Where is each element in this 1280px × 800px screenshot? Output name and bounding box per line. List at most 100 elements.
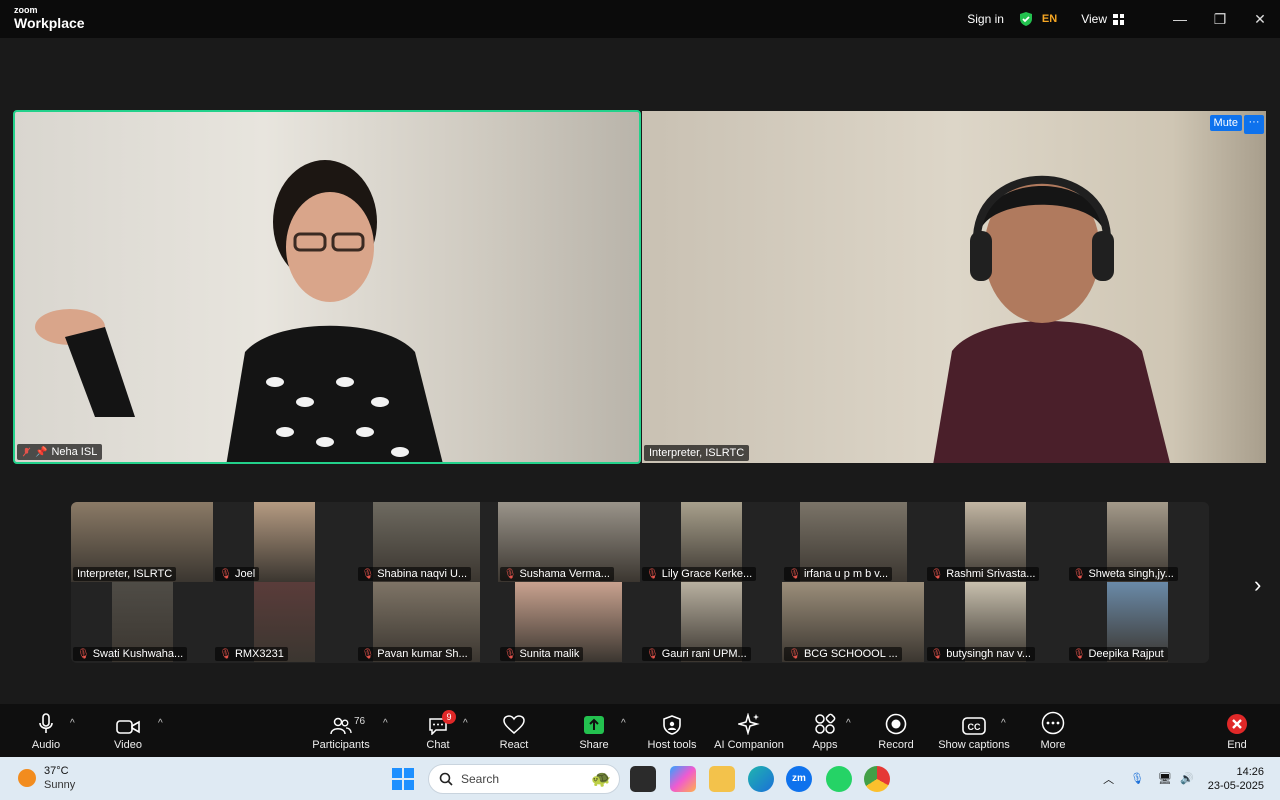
gallery-participant-name: Deepika Rajput [1088, 648, 1164, 660]
chrome-icon[interactable] [864, 766, 890, 792]
audio-options-caret[interactable]: ^ [70, 718, 75, 729]
closed-captions-icon: CC [962, 717, 986, 735]
gallery-tile[interactable]: 🎙 Pavan kumar Sh... [355, 582, 498, 662]
end-label: End [1227, 739, 1247, 751]
participant-name: Neha ISL [51, 446, 98, 458]
gallery-name-tag: 🎙 Lily Grace Kerke... [642, 567, 757, 581]
mic-muted-icon: 🎙 [930, 568, 944, 580]
video-tile-interpreter[interactable]: Mute ··· Interpreter, ISLRTC [642, 111, 1266, 463]
share-button[interactable]: Share [576, 704, 612, 757]
shield-check-icon[interactable] [1018, 11, 1034, 27]
captions-options-caret[interactable]: ^ [1001, 718, 1006, 729]
video-button[interactable]: Video [110, 704, 146, 757]
chat-options-caret[interactable]: ^ [463, 718, 468, 729]
zoom-app-icon[interactable]: zm [786, 766, 812, 792]
file-explorer-icon[interactable] [709, 766, 735, 792]
record-icon [885, 713, 907, 735]
gallery-participant-name: Lily Grace Kerke... [661, 568, 753, 580]
participant-thumbnail [253, 502, 315, 582]
audio-label: Audio [31, 739, 61, 751]
task-view-icon[interactable] [630, 766, 656, 792]
chevron-up-icon[interactable]: ︿ [1103, 771, 1114, 787]
gallery-tile[interactable]: 🎙 Rashmi Srivasta... [924, 502, 1067, 582]
chevron-right-icon[interactable]: › [1254, 572, 1261, 598]
apps-button[interactable]: Apps [808, 704, 842, 757]
more-button[interactable]: More [1036, 704, 1070, 757]
gallery-tile[interactable]: 🎙 Joel [213, 502, 356, 582]
mic-muted-icon: 🎙 [788, 648, 801, 660]
gallery-tile[interactable]: 🎙 irfana u p m b v... [782, 502, 925, 582]
gallery-tile[interactable]: 🎙 Sunita malik [497, 582, 640, 662]
gallery-tile[interactable]: 🎙 Deepika Rajput [1066, 582, 1209, 662]
react-button[interactable]: React [496, 704, 532, 757]
close-icon[interactable]: ✕ [1240, 11, 1280, 28]
audio-button[interactable]: Audio [28, 704, 64, 757]
windows-start-icon[interactable] [392, 768, 414, 790]
gallery-tile[interactable]: 🎙 butysingh nav v... [924, 582, 1067, 662]
gallery-participant-name: irfana u p m b v... [803, 568, 889, 580]
end-meeting-button[interactable]: End [1222, 704, 1252, 757]
gallery-tile[interactable]: 🎙 RMX3231 [213, 582, 356, 662]
gallery-participant-name: RMX3231 [234, 648, 284, 660]
minimize-icon[interactable]: — [1160, 11, 1200, 27]
gallery-name-tag: 🎙 Shweta singh,jy... [1068, 567, 1178, 581]
video-label: Video [114, 739, 142, 751]
ai-companion-button[interactable]: AI Companion [712, 704, 786, 757]
apps-label: Apps [812, 739, 838, 751]
participants-button[interactable]: Participants [310, 704, 372, 757]
gallery-participant-name: Shweta singh,jy... [1088, 568, 1174, 580]
gallery-tile[interactable]: 🎙 Shabina naqvi U... [355, 502, 498, 582]
gallery-tile[interactable]: 🎙 BCG SCHOOOL ... [782, 582, 925, 662]
host-tools-button[interactable]: Host tools [646, 704, 698, 757]
gallery-tile[interactable]: 🎙 Shweta singh,jy... [1066, 502, 1209, 582]
gallery-tile[interactable]: 🎙 Lily Grace Kerke... [640, 502, 782, 582]
more-options-button[interactable]: ··· [1244, 115, 1264, 134]
gallery-name-tag: 🎙 BCG SCHOOOL ... [784, 647, 902, 661]
taskbar-search[interactable]: Search 🐢 [428, 764, 620, 794]
grid-view-icon[interactable] [1113, 13, 1124, 25]
gallery-tile[interactable]: 🎙 Gauri rani UPM... [640, 582, 782, 662]
gallery-tile[interactable]: 🎙 Sushama Verma... [497, 502, 640, 582]
more-label: More [1040, 739, 1066, 751]
gallery-name-tag: Interpreter, ISLRTC [73, 567, 177, 581]
react-label: React [499, 739, 529, 751]
sun-icon [18, 769, 36, 787]
share-label: Share [579, 739, 609, 751]
video-options-caret[interactable]: ^ [158, 718, 163, 729]
weather-widget[interactable]: 37°C Sunny [18, 764, 75, 792]
share-options-caret[interactable]: ^ [621, 718, 626, 729]
search-icon [439, 772, 453, 786]
whatsapp-icon[interactable] [826, 766, 852, 792]
microphone-tray-icon[interactable]: 🎙 [1130, 772, 1144, 785]
gallery-tile[interactable]: Interpreter, ISLRTC [71, 502, 213, 582]
network-icon[interactable]: 🖥 [1158, 772, 1172, 785]
language-indicator[interactable]: EN [1042, 13, 1057, 25]
mic-muted-icon: 🎙 [930, 648, 944, 660]
gallery-participant-name: Swati Kushwaha... [92, 648, 184, 660]
video-tile-neha[interactable]: 📌 Neha ISL [13, 110, 641, 464]
gallery-tile[interactable]: 🎙 Swati Kushwaha... [71, 582, 213, 662]
restore-icon[interactable]: ❐ [1200, 11, 1240, 28]
gallery-name-tag: 🎙 Swati Kushwaha... [73, 647, 188, 661]
mic-muted-icon: 🎙 [219, 648, 232, 660]
record-button[interactable]: Record [877, 704, 915, 757]
edge-browser-icon[interactable] [748, 766, 774, 792]
clock-time: 14:26 [1236, 765, 1264, 778]
ai-companion-label: AI Companion [714, 739, 784, 751]
gallery-name-tag: 🎙 butysingh nav v... [926, 647, 1035, 661]
participants-options-caret[interactable]: ^ [383, 718, 388, 729]
share-screen-icon [584, 716, 604, 734]
apps-options-caret[interactable]: ^ [846, 718, 851, 729]
captions-button[interactable]: CC Show captions [936, 704, 1012, 757]
microphone-icon [39, 713, 53, 733]
sparkle-icon [738, 713, 760, 735]
mic-muted-icon: 🎙 [646, 648, 659, 660]
mute-button[interactable]: Mute [1209, 115, 1242, 131]
volume-icon[interactable]: 🔊 [1180, 772, 1194, 785]
copilot-icon[interactable] [670, 766, 696, 792]
sign-in-link[interactable]: Sign in [967, 12, 1004, 26]
system-clock[interactable]: 14:26 23-05-2025 [1208, 765, 1264, 793]
view-button[interactable]: View [1081, 12, 1107, 26]
gallery-name-tag: 🎙 Shabina naqvi U... [357, 567, 472, 581]
participants-icon [330, 717, 352, 735]
